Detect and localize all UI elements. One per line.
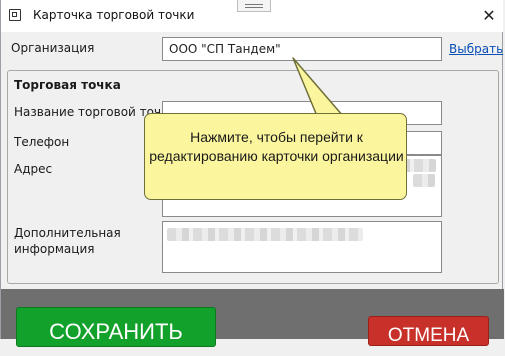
dialog-window: Карточка торговой точки ✕ Организация ОО… [0, 0, 504, 347]
close-button[interactable]: ✕ [479, 6, 499, 26]
outlet-group-title: Торговая точка [14, 78, 121, 92]
redacted-info [167, 228, 363, 241]
select-organization-link[interactable]: Выбрать [449, 42, 503, 56]
address-label: Адрес [14, 162, 53, 176]
additional-info-input[interactable] [162, 221, 442, 273]
tooltip-text: Нажмите, чтобы перейти к редактированию … [149, 129, 404, 164]
window-title: Карточка торговой точки [33, 8, 195, 22]
redacted-address-2 [413, 174, 435, 187]
cancel-button[interactable]: ОТМЕНА [368, 316, 489, 346]
organization-field[interactable]: ООО "СП Тандем" [162, 37, 442, 61]
drag-grip-icon[interactable] [237, 0, 271, 12]
organization-label: Организация [11, 41, 95, 55]
app-icon [9, 9, 21, 21]
hint-tooltip: Нажмите, чтобы перейти к редактированию … [144, 113, 407, 200]
additional-info-label: Дополнительная информация [14, 226, 121, 256]
save-button[interactable]: СОХРАНИТЬ [16, 307, 216, 347]
phone-label: Телефон [14, 135, 70, 149]
title-bar[interactable]: Карточка торговой точки ✕ [1, 0, 503, 32]
